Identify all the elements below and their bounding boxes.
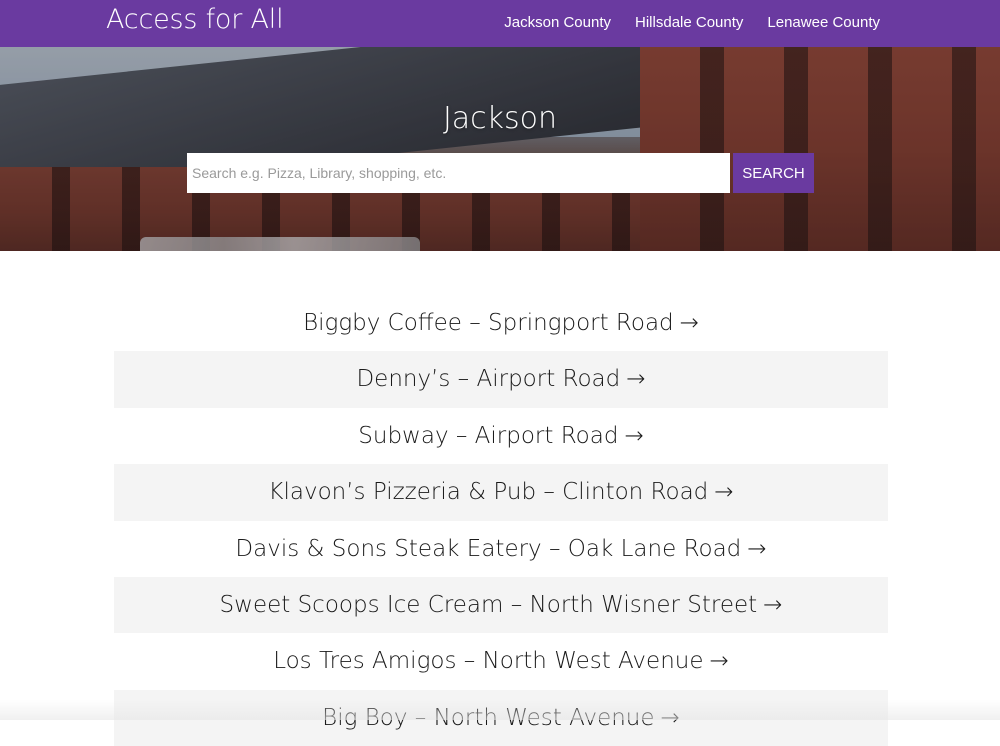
list-item-los-tres-amigos[interactable]: Los Tres Amigos – North West Avenue → (114, 633, 888, 689)
search-input[interactable] (187, 153, 730, 193)
list-item-dennys[interactable]: Denny’s – Airport Road → (114, 351, 888, 408)
list-item-label: Denny’s – Airport Road (356, 366, 621, 393)
arrow-right-icon: → (763, 591, 783, 618)
list-item-label: Klavon’s Pizzeria & Pub – Clinton Road (268, 479, 709, 506)
list-item-klavons-pizzeria[interactable]: Klavon’s Pizzeria & Pub – Clinton Road → (114, 464, 888, 521)
list-item-big-boy[interactable]: Big Boy – North West Avenue → (114, 689, 888, 746)
arrow-right-icon: → (714, 479, 734, 506)
arrow-right-icon: → (747, 535, 767, 562)
list-item-biggby-coffee[interactable]: Biggby Coffee – Springport Road → (114, 295, 888, 351)
nav-link-lenawee-county[interactable]: Lenawee County (767, 14, 880, 31)
nav-link-hillsdale-county[interactable]: Hillsdale County (635, 14, 743, 31)
arrow-right-icon: → (624, 422, 644, 449)
county-nav: Jackson County Hillsdale County Lenawee … (504, 14, 880, 31)
hero-overlay (0, 47, 1000, 251)
page-title: Jackson (442, 101, 558, 136)
search-button[interactable]: SEARCH (733, 153, 814, 193)
arrow-right-icon: → (660, 704, 680, 731)
list-item-label: Subway – Airport Road (358, 422, 619, 449)
list-item-label: Davis & Sons Steak Eatery – Oak Lane Roa… (235, 535, 742, 562)
list-item-sweet-scoops[interactable]: Sweet Scoops Ice Cream – North Wisner St… (114, 576, 888, 634)
nav-link-jackson-county[interactable]: Jackson County (504, 14, 611, 31)
location-list: Biggby Coffee – Springport Road → Denny’s… (114, 295, 888, 746)
list-item-label: Big Boy – North West Avenue (322, 704, 655, 731)
list-item-label: Biggby Coffee – Springport Road (303, 310, 674, 336)
site-title[interactable]: Access for All (106, 4, 284, 35)
hero-banner: Jackson SEARCH (0, 47, 1000, 251)
list-item-label: Sweet Scoops Ice Cream – North Wisner St… (219, 591, 758, 618)
arrow-right-icon: → (709, 648, 729, 675)
list-item-davis-sons-steak[interactable]: Davis & Sons Steak Eatery – Oak Lane Roa… (114, 521, 888, 577)
arrow-right-icon: → (626, 366, 646, 393)
arrow-right-icon: → (679, 310, 699, 336)
list-item-subway[interactable]: Subway – Airport Road → (114, 408, 888, 464)
top-navigation-bar: Access for All Jackson County Hillsdale … (0, 0, 1000, 47)
list-item-label: Los Tres Amigos – North West Avenue (273, 648, 704, 675)
